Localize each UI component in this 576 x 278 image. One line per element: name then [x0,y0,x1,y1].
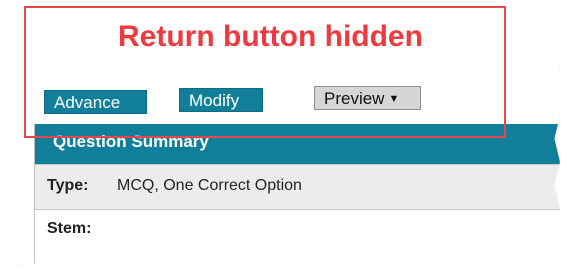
question-summary-panel: Question Summary Type: MCQ, One Correct … [34,124,560,266]
screenshot-panel: Return button hidden Advance Modify Prev… [8,6,560,266]
advance-button[interactable]: Advance [44,90,147,114]
advance-button-label: Advance [54,93,121,112]
annotation-text: Return button hidden [118,20,423,53]
preview-dropdown-button[interactable]: Preview ▼ [314,86,421,110]
modify-button[interactable]: Modify [179,88,263,112]
type-label: Type: [47,177,89,194]
stem-row: Stem: [35,210,560,266]
question-summary-header: Question Summary [35,124,560,164]
modify-button-label: Modify [189,91,240,110]
type-row: Type: MCQ, One Correct Option [35,164,560,210]
question-summary-title: Question Summary [53,132,209,151]
annotation-box: Return button hidden [24,6,506,138]
stem-label: Stem: [47,220,92,237]
type-value: MCQ, One Correct Option [117,177,302,194]
preview-button-label: Preview [324,89,385,108]
chevron-down-icon: ▼ [388,93,400,105]
